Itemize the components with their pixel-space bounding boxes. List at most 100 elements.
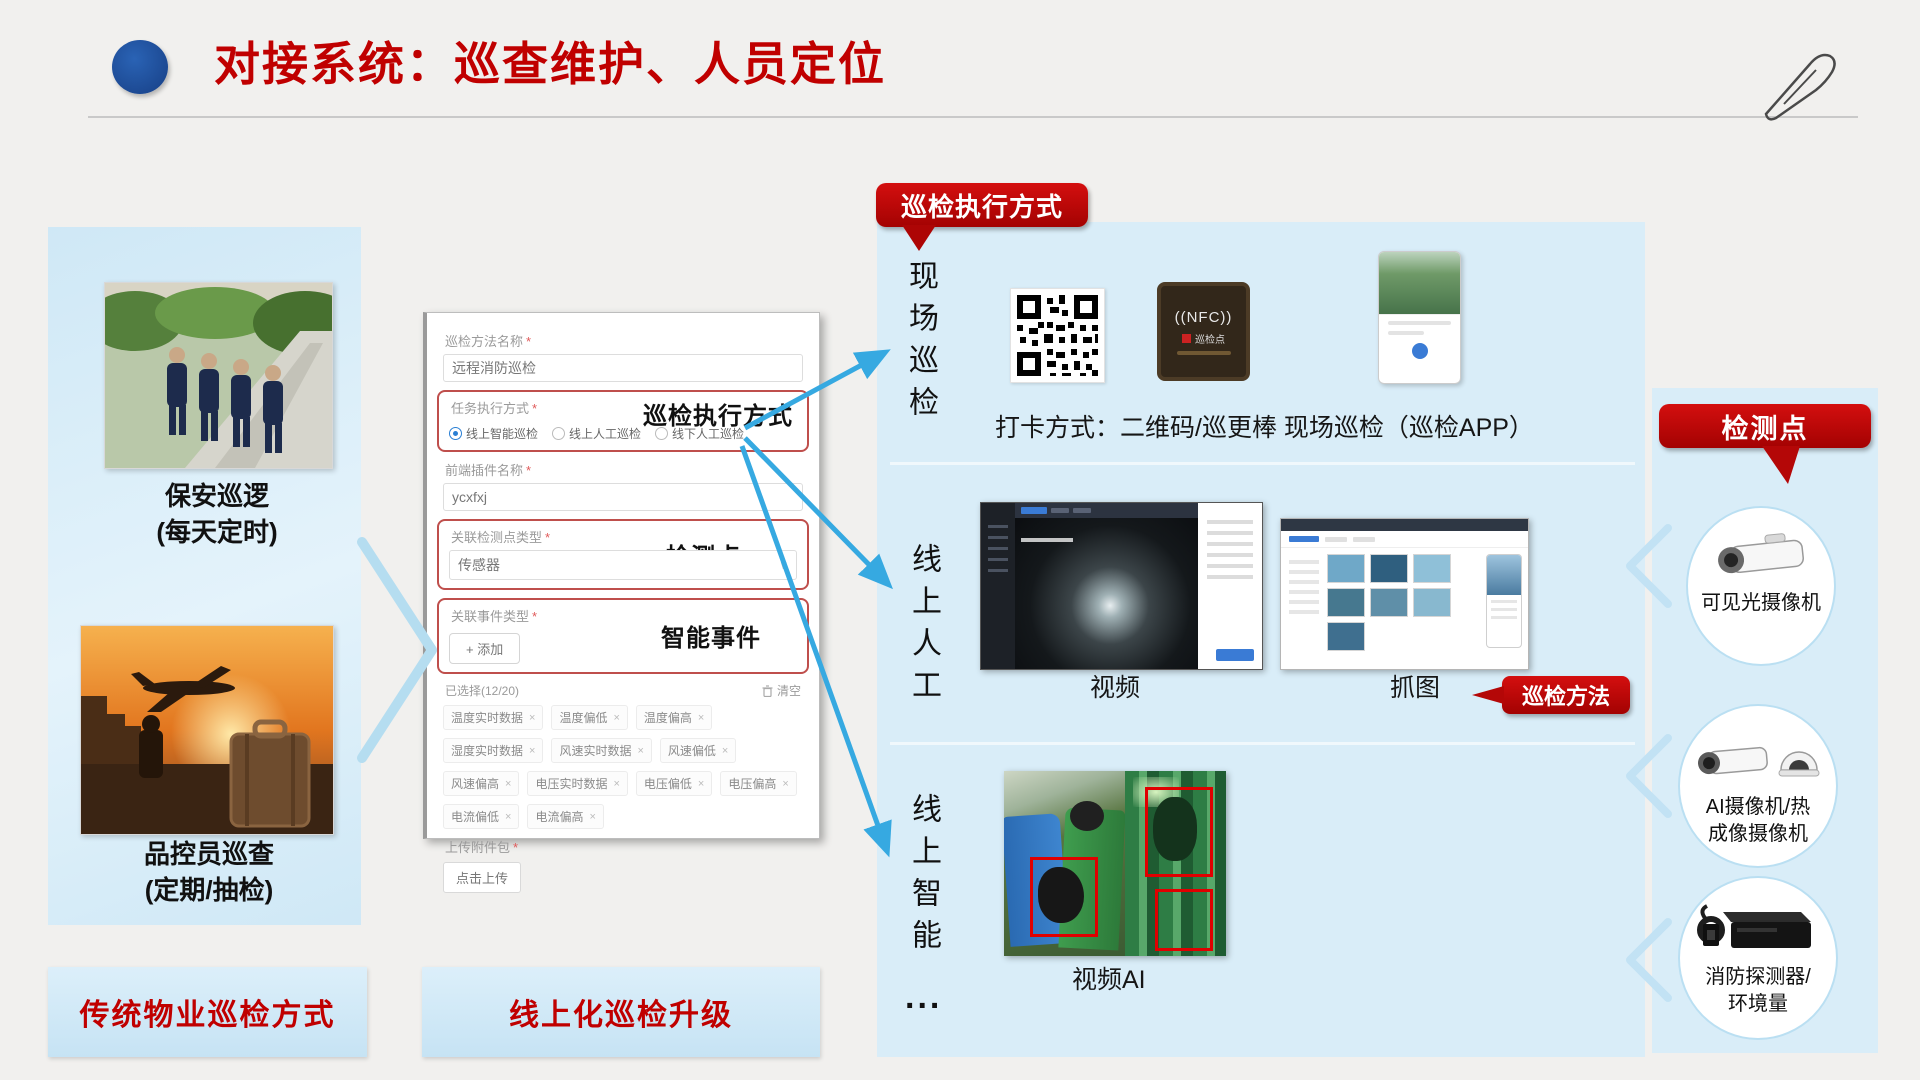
radio-selected-icon[interactable] — [449, 427, 462, 440]
remove-tag-icon[interactable]: × — [698, 778, 704, 790]
selected-count-row: 已选择(12/20) 清空 — [445, 682, 801, 699]
plugin-name-label: 前端插件名称* — [445, 460, 803, 479]
clear-all-button[interactable]: 清空 — [762, 682, 801, 699]
nfc-red-marker — [1182, 334, 1191, 343]
add-event-button[interactable]: + 添加 — [449, 633, 520, 664]
inspector-travel-photo — [80, 625, 334, 835]
thumbnail — [1370, 588, 1408, 617]
visible-light-camera-item: 可见光摄像机 — [1686, 506, 1836, 666]
fire-detector-item: 消防探测器/环境量 — [1678, 876, 1838, 1040]
nfc-sub-row: 巡检点 — [1182, 331, 1225, 346]
qr-code-image — [1010, 288, 1105, 383]
event-tag[interactable]: 电压实时数据× — [527, 771, 627, 796]
security-patrol-photo — [104, 282, 333, 469]
online-upgrade-box: 线上化巡检升级 — [422, 967, 820, 1057]
photo1-caption-line1: 保安巡逻 — [72, 478, 362, 514]
remove-tag-icon[interactable]: × — [613, 778, 619, 790]
fire-detector-label: 消防探测器/环境量 — [1696, 964, 1820, 1018]
selected-event-tags: 温度实时数据× 温度偏低× 温度偏高× 湿度实时数据× 风速实时数据× 风速偏低… — [443, 705, 803, 829]
slide: 对接系统：巡查维护、人员定位 保安巡逻 (每天定时) — [0, 0, 1920, 1080]
phone-text-line — [1388, 331, 1424, 335]
snapshot-body — [1281, 548, 1528, 657]
thumbnail — [1413, 554, 1451, 583]
event-tag[interactable]: 电压偏低× — [636, 771, 712, 796]
page-title: 对接系统：巡查维护、人员定位 — [214, 28, 886, 94]
snapshot-list — [1287, 554, 1321, 651]
online-manual-vertical-label: 线上人工 — [901, 543, 945, 711]
thumbnail — [1413, 588, 1451, 617]
snapshot-phone-preview — [1486, 554, 1522, 648]
event-tag[interactable]: 电流偏高× — [527, 804, 603, 829]
remove-tag-icon[interactable]: × — [637, 745, 643, 757]
detect-badge-pointer — [1762, 446, 1800, 484]
ai-ellipsis: ... — [905, 978, 942, 1017]
upload-button[interactable]: 点击上传 — [443, 862, 521, 893]
onsite-vertical-label: 现场巡检 — [898, 260, 942, 428]
ai-detection-box — [1145, 787, 1213, 877]
ai-thermal-camera-label: AI摄像机/热成像摄像机 — [1696, 794, 1820, 848]
event-tag[interactable]: 风速偏低× — [660, 738, 736, 763]
nfc-tag-image: ((NFC)) 巡检点 — [1157, 282, 1250, 381]
chevron-down-icon: ∨ — [779, 558, 788, 572]
thumbnail — [1327, 622, 1365, 651]
thumbnail — [1370, 554, 1408, 583]
plugin-name-input[interactable] — [443, 483, 803, 511]
selected-count-label: 已选择(12/20) — [445, 682, 519, 699]
radio-icon[interactable] — [552, 427, 565, 440]
detect-point-select[interactable]: 传感器 ∨ — [449, 550, 797, 580]
left-chevron-separator — [362, 542, 432, 758]
section-divider — [890, 742, 1635, 745]
video-main-area — [1015, 503, 1198, 669]
pen-icon — [1758, 42, 1844, 122]
radio-online-manual[interactable]: 线上人工巡检 — [552, 425, 641, 442]
method-name-input[interactable] — [443, 354, 803, 382]
photo2-caption-line2: (定期/抽检) — [64, 872, 354, 908]
phone-action-button — [1412, 343, 1428, 359]
event-tag[interactable]: 温度偏低× — [551, 705, 627, 730]
remove-tag-icon[interactable]: × — [529, 712, 535, 724]
remove-tag-icon[interactable]: × — [529, 745, 535, 757]
remove-tag-icon[interactable]: × — [698, 712, 704, 724]
event-tag[interactable]: 电流偏低× — [443, 804, 519, 829]
event-tag[interactable]: 湿度实时数据× — [443, 738, 543, 763]
event-tag[interactable]: 温度实时数据× — [443, 705, 543, 730]
traditional-method-label: 传统物业巡检方式 — [80, 990, 336, 1034]
bullet-camera-icon — [1709, 532, 1813, 584]
thumbnail — [1327, 588, 1365, 617]
video-monitor-screenshot — [980, 502, 1263, 670]
method-name-label: 巡检方法名称* — [445, 331, 803, 350]
snapshot-screenshot — [1280, 518, 1529, 670]
video-toolbar — [1015, 503, 1198, 518]
event-tag[interactable]: 电压偏高× — [720, 771, 796, 796]
detect-point-highlight-box: 关联检测点类型* 检测点 传感器 ∨ — [437, 519, 809, 590]
event-tag[interactable]: 风速偏高× — [443, 771, 519, 796]
remove-tag-icon[interactable]: × — [613, 712, 619, 724]
ai-thermal-camera-item: AI摄像机/热成像摄像机 — [1678, 704, 1838, 868]
remove-tag-icon[interactable]: × — [505, 778, 511, 790]
radio-online-smart[interactable]: 线上智能巡检 — [449, 425, 538, 442]
method-badge: 巡检方法 — [1502, 676, 1630, 714]
phone-text-line — [1388, 321, 1451, 325]
detect-point-badge: 检测点 — [1659, 404, 1871, 448]
video-scene — [1015, 518, 1198, 669]
inspection-form-card: 巡检方法名称* 任务执行方式* 巡检执行方式 线上智能巡检 线上人工巡检 线下人… — [423, 312, 820, 839]
remove-tag-icon[interactable]: × — [782, 778, 788, 790]
video-timestamp — [1021, 538, 1073, 542]
smart-event-callout: 智能事件 — [661, 618, 761, 653]
remove-tag-icon[interactable]: × — [589, 811, 595, 823]
ai-detection-box — [1030, 857, 1098, 937]
ai-detection-image-bins — [1004, 771, 1125, 956]
thumbnail — [1327, 554, 1365, 583]
nfc-text: ((NFC)) — [1175, 309, 1233, 326]
photo1-caption-line2: (每天定时) — [72, 514, 362, 550]
remove-tag-icon[interactable]: × — [505, 811, 511, 823]
photo2-caption: 品控员巡查 (定期/抽检) — [64, 836, 354, 908]
event-tag[interactable]: 温度偏高× — [636, 705, 712, 730]
remove-tag-icon[interactable]: × — [722, 745, 728, 757]
snapshot-caption: 抓图 — [1390, 668, 1440, 704]
event-tag[interactable]: 风速实时数据× — [551, 738, 651, 763]
video-sidebar — [981, 503, 1015, 669]
video-info-panel — [1198, 503, 1262, 669]
snapshot-titlebar — [1281, 519, 1528, 531]
video-ai-detection-images — [1004, 771, 1226, 956]
